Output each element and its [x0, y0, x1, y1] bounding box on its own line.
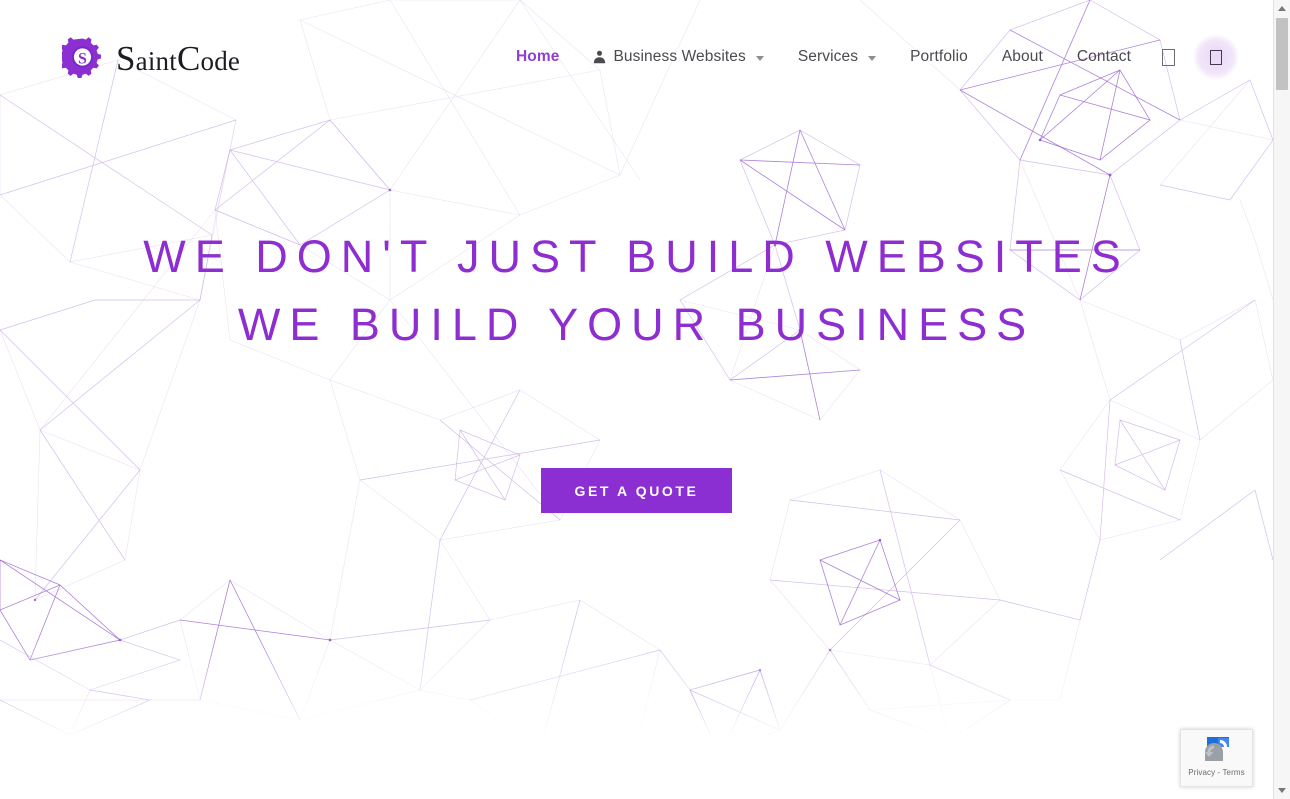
svg-text:S: S — [78, 50, 87, 67]
get-a-quote-button[interactable]: GET A QUOTE — [541, 468, 732, 513]
nav-label-contact: Contact — [1076, 48, 1131, 65]
scroll-down-button[interactable] — [1274, 782, 1290, 799]
chevron-down-icon — [868, 55, 877, 61]
hero-cta-wrapper: GET A QUOTE — [0, 468, 1273, 513]
recaptcha-badge[interactable]: Privacy - Terms — [1180, 729, 1253, 787]
recaptcha-privacy-terms-links[interactable]: Privacy - Terms — [1188, 768, 1244, 777]
nav-item-services[interactable]: Services — [781, 48, 893, 66]
menu-icon — [1210, 49, 1222, 65]
menu-toggle-button[interactable] — [1193, 34, 1239, 80]
nav-item-home[interactable]: Home — [499, 48, 576, 66]
page-title: WE DON'T JUST BUILD WEBSITES WE BUILD YO… — [0, 223, 1273, 359]
logo-text-aint: aint — [135, 45, 177, 76]
scroll-up-arrow-icon — [1278, 6, 1286, 11]
hero-bottom-fade — [0, 640, 1273, 760]
hero-section: .ln { stroke:#b08ad8; stroke-width:.7; f… — [0, 0, 1273, 760]
web-page: .ln { stroke:#b08ad8; stroke-width:.7; f… — [0, 0, 1273, 799]
nav-label-home: Home — [516, 48, 560, 65]
nav-label-portfolio: Portfolio — [910, 48, 968, 65]
headline-line-2: WE BUILD YOUR BUSINESS — [237, 299, 1036, 350]
nav-label-services: Services — [797, 48, 859, 65]
search-icon[interactable] — [1162, 48, 1175, 66]
headline-line-1: WE DON'T JUST BUILD WEBSITES — [143, 231, 1130, 282]
person-icon — [593, 50, 606, 64]
site-logo-text: SaintCode — [116, 41, 240, 76]
nav-label-business-websites: Business Websites — [613, 48, 746, 65]
main-navigation: Home Business Websites Services Portfoli… — [499, 30, 1239, 84]
nav-item-portfolio[interactable]: Portfolio — [893, 48, 985, 66]
particle-network-background: .ln { stroke:#b08ad8; stroke-width:.7; f… — [0, 0, 1273, 756]
gear-circuit-logo-icon: S — [58, 33, 110, 81]
recaptcha-logo-icon — [1198, 735, 1236, 767]
nav-item-contact[interactable]: Contact — [1060, 48, 1148, 66]
logo-text-c: C — [176, 38, 201, 78]
site-logo[interactable]: S SaintCode — [58, 30, 240, 84]
nav-item-business-websites[interactable]: Business Websites — [576, 48, 780, 66]
scroll-down-arrow-icon — [1278, 788, 1286, 793]
nav-label-about: About — [1001, 48, 1043, 65]
scroll-up-button[interactable] — [1274, 0, 1290, 17]
logo-text-ode: ode — [200, 45, 241, 76]
site-header: S SaintCode Home Business Websites Servi… — [0, 0, 1273, 114]
vertical-scrollbar[interactable] — [1273, 0, 1290, 799]
nav-item-about[interactable]: About — [985, 48, 1060, 66]
scrollbar-thumb[interactable] — [1276, 18, 1288, 90]
logo-text-s: S — [116, 38, 136, 78]
browser-viewport: .ln { stroke:#b08ad8; stroke-width:.7; f… — [0, 0, 1290, 799]
chevron-down-icon — [755, 55, 764, 61]
